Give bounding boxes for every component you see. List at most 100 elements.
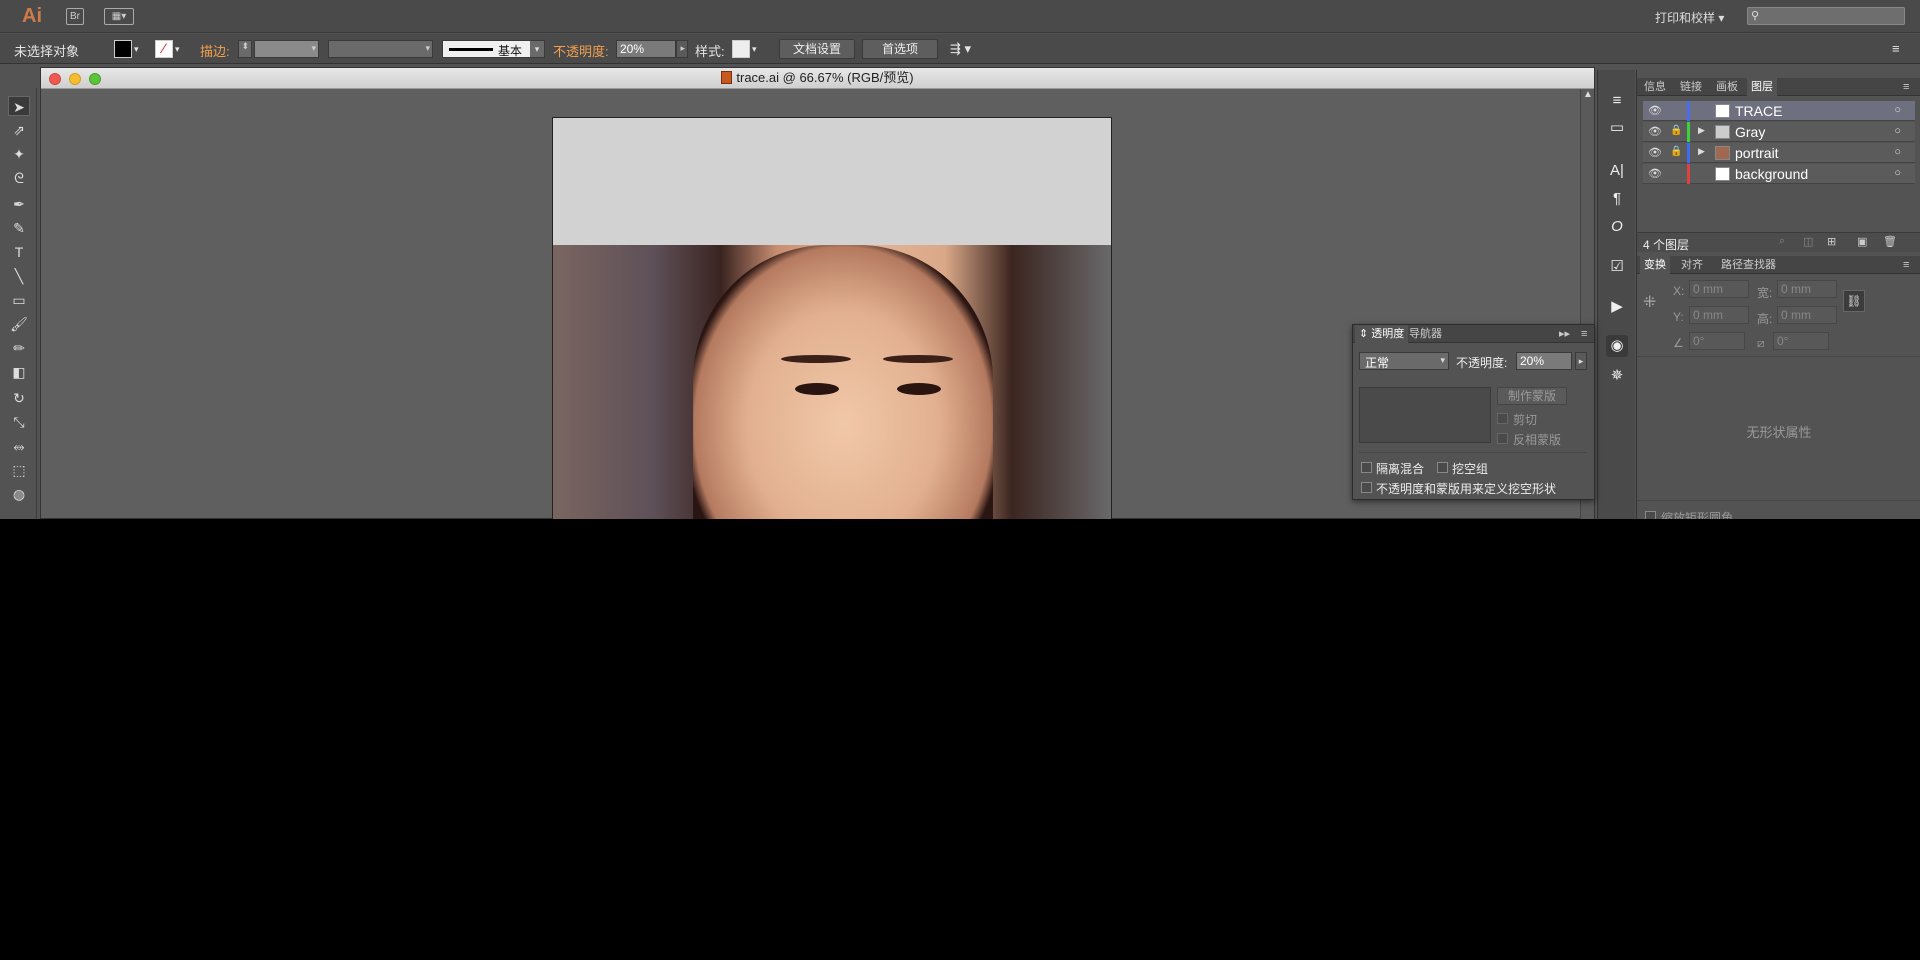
tab-transform[interactable]: 变换 <box>1640 256 1670 274</box>
document-title-bar[interactable]: trace.ai @ 66.67% (RGB/预览) <box>41 68 1594 89</box>
checkbox-panel-icon[interactable]: ☑ <box>1606 256 1628 278</box>
target-circle-icon[interactable]: ○ <box>1894 104 1901 116</box>
layer-row-trace[interactable]: 👁 TRACE ○ <box>1643 101 1915 121</box>
variable-width-profile-dropdown[interactable]: ▾ <box>328 40 433 58</box>
visibility-eye-icon[interactable]: 👁 <box>1648 146 1662 159</box>
workspace-switcher-icon[interactable]: ▦▾ <box>104 8 134 25</box>
knockout-group-checkbox[interactable] <box>1437 462 1448 473</box>
width-field[interactable]: 0 mm <box>1777 280 1837 298</box>
layer-row-portrait[interactable]: 👁 🔒 ▶ portrait ○ <box>1643 143 1915 163</box>
arrange-documents-icon[interactable]: ⇶ ▾ <box>950 41 971 57</box>
visibility-eye-icon[interactable]: 👁 <box>1648 167 1662 180</box>
stroke-weight-field[interactable]: ▾ <box>254 40 319 58</box>
actions-panel-icon[interactable]: ▶ <box>1606 296 1628 318</box>
eraser-tool-icon[interactable]: ◧ <box>8 362 30 382</box>
rectangle-tool-icon[interactable]: ▭ <box>8 290 30 310</box>
height-field[interactable]: 0 mm <box>1777 306 1837 324</box>
gradient-panel-icon[interactable]: ▭ <box>1606 117 1628 139</box>
lock-icon[interactable]: 🔒 <box>1670 125 1682 136</box>
target-circle-icon[interactable]: ○ <box>1894 167 1901 179</box>
make-clipping-mask-icon[interactable]: ◫ <box>1803 235 1813 248</box>
minimize-window-button[interactable] <box>69 73 81 85</box>
fill-swatch[interactable] <box>114 40 132 58</box>
direct-selection-tool-icon[interactable]: ⇗ <box>8 120 30 140</box>
visibility-eye-icon[interactable]: 👁 <box>1648 125 1662 138</box>
workspace-menu[interactable]: 打印和校样 ▾ <box>1655 9 1724 26</box>
character-panel-icon[interactable]: A| <box>1606 160 1628 182</box>
close-window-button[interactable] <box>49 73 61 85</box>
panel-menu-icon[interactable]: ≡ <box>1577 325 1591 343</box>
constrain-proportions-icon[interactable]: ⛓ <box>1843 290 1865 312</box>
lasso-tool-icon[interactable]: ᘓ <box>8 168 30 188</box>
rotate-tool-icon[interactable]: ↻ <box>8 388 30 408</box>
free-transform-tool-icon[interactable]: ⬚ <box>8 460 30 480</box>
layer-row-background[interactable]: 👁 background ○ <box>1643 164 1915 184</box>
expand-arrow-icon[interactable]: ▶ <box>1698 125 1705 136</box>
zoom-window-button[interactable] <box>89 73 101 85</box>
tab-info[interactable]: 信息 <box>1640 78 1670 96</box>
transparency-panel-icon[interactable]: ◉ <box>1606 335 1628 357</box>
reference-point-icon[interactable]: ⁜ <box>1643 292 1656 312</box>
opacity-field[interactable]: 20% <box>616 40 676 58</box>
y-field[interactable]: 0 mm <box>1689 306 1749 324</box>
preferences-button[interactable]: 首选项 <box>862 39 938 59</box>
shape-builder-tool-icon[interactable]: ◍ <box>8 484 30 504</box>
stroke-weight-stepper[interactable]: ⬍ <box>238 40 252 58</box>
paintbrush-tool-icon[interactable]: 🖌 <box>8 314 30 334</box>
pen-tool-icon[interactable]: ✒ <box>8 194 30 214</box>
search-input[interactable]: ⚲ <box>1747 7 1905 25</box>
graphic-style-swatch[interactable] <box>732 40 750 58</box>
scale-tool-icon[interactable]: ⤡ <box>8 412 30 432</box>
invert-mask-checkbox[interactable] <box>1497 433 1508 444</box>
chevron-down-icon[interactable]: ▾ <box>134 44 139 55</box>
locate-object-icon[interactable]: ⌕ <box>1779 235 1785 248</box>
tab-artboards[interactable]: 画板 <box>1712 78 1742 96</box>
selection-tool-icon[interactable]: ➤ <box>8 96 30 116</box>
bridge-button[interactable]: Br <box>66 8 84 25</box>
artboard[interactable] <box>552 117 1112 519</box>
visibility-eye-icon[interactable]: 👁 <box>1648 104 1662 117</box>
opentype-panel-icon[interactable]: O <box>1606 216 1628 238</box>
make-mask-button[interactable]: 制作蒙版 <box>1497 387 1567 405</box>
scale-corners-checkbox[interactable] <box>1645 511 1656 519</box>
width-tool-icon[interactable]: ⥈ <box>8 436 30 456</box>
tab-align[interactable]: 对齐 <box>1677 256 1707 274</box>
blend-mode-dropdown[interactable]: 正常 ▾ <box>1359 352 1449 370</box>
tab-pathfinder[interactable]: 路径查找器 <box>1717 256 1780 274</box>
trash-icon[interactable]: 🗑 <box>1883 235 1897 248</box>
magic-wand-tool-icon[interactable]: ✦ <box>8 144 30 164</box>
new-layer-icon[interactable]: ▣ <box>1857 235 1867 248</box>
target-circle-icon[interactable]: ○ <box>1894 146 1901 158</box>
panel-menu-icon[interactable]: ≡ <box>1899 256 1913 274</box>
paragraph-panel-icon[interactable]: ¶ <box>1606 188 1628 210</box>
layer-row-gray[interactable]: 👁 🔒 ▶ Gray ○ <box>1643 122 1915 142</box>
opacity-mask-knockout-checkbox[interactable] <box>1361 482 1372 493</box>
chevron-right-icon[interactable]: ▸ <box>1575 352 1587 370</box>
panel-menu-icon[interactable]: ≡ <box>1892 41 1900 56</box>
tab-layers[interactable]: 图层 <box>1747 78 1777 96</box>
line-tool-icon[interactable]: ╲ <box>8 266 30 286</box>
tab-links[interactable]: 链接 <box>1676 78 1706 96</box>
stroke-panel-icon[interactable]: ≡ <box>1606 90 1628 112</box>
collapse-panel-icon[interactable]: ▸▸ <box>1555 325 1574 343</box>
target-circle-icon[interactable]: ○ <box>1894 125 1901 137</box>
pencil-tool-icon[interactable]: ✏ <box>8 338 30 358</box>
tab-navigator[interactable]: 导航器 <box>1405 325 1446 343</box>
expand-arrow-icon[interactable]: ▶ <box>1698 146 1705 157</box>
type-tool-icon[interactable]: T <box>8 242 30 262</box>
curvature-tool-icon[interactable]: ✎ <box>8 218 30 238</box>
chevron-down-icon[interactable]: ▾ <box>175 44 180 55</box>
lock-icon[interactable]: 🔒 <box>1670 146 1682 157</box>
opacity-field[interactable]: 20% <box>1516 352 1572 370</box>
new-sublayer-icon[interactable]: ⊞ <box>1827 235 1836 248</box>
clip-checkbox[interactable] <box>1497 413 1508 424</box>
shear-field[interactable]: 0° <box>1773 332 1829 350</box>
stroke-swatch[interactable]: ⁄ <box>155 40 173 58</box>
rotate-field[interactable]: 0° <box>1689 332 1745 350</box>
isolate-blending-checkbox[interactable] <box>1361 462 1372 473</box>
document-setup-button[interactable]: 文档设置 <box>779 39 855 59</box>
navigator-panel-icon[interactable]: ✵ <box>1606 365 1628 387</box>
tab-transparency[interactable]: ⇕ 透明度 <box>1355 325 1409 343</box>
chevron-down-icon[interactable]: ▾ <box>752 44 757 55</box>
x-field[interactable]: 0 mm <box>1689 280 1749 298</box>
